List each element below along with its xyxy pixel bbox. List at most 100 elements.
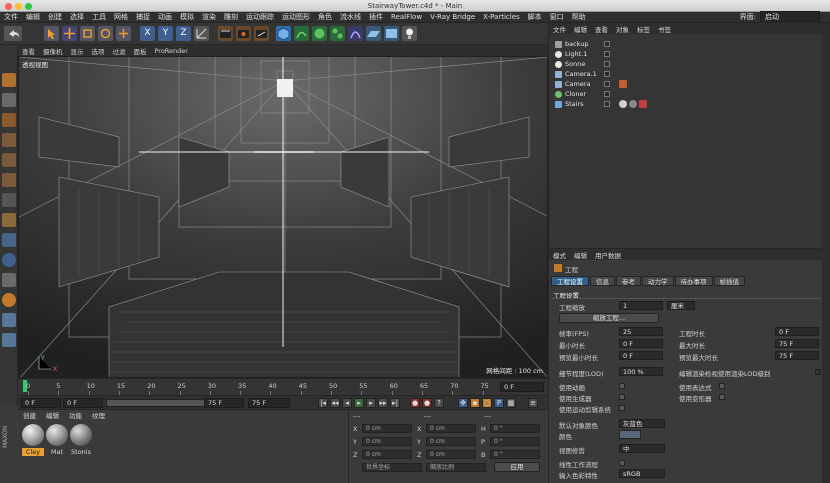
sky-environment-icon[interactable] [384, 26, 399, 41]
x-axis-lock-icon[interactable]: X [140, 26, 155, 41]
key-rotation-icon[interactable]: ○ [482, 398, 492, 408]
sculpt-brush-icon[interactable] [2, 253, 16, 267]
menu-realflow[interactable]: RealFlow [387, 12, 426, 23]
object-row[interactable]: Light.1 [549, 49, 830, 59]
next-frame-icon[interactable]: ▸ [366, 398, 376, 408]
edges-mode-icon[interactable] [2, 153, 16, 167]
menu-motion-tracking[interactable]: 运动跟踪 [242, 12, 278, 23]
axis-mode-icon[interactable] [2, 193, 16, 207]
timeline-end-frame[interactable]: 0 F [500, 382, 544, 392]
size-z-field[interactable]: 0 cm [426, 450, 476, 459]
viewport-menu-options[interactable]: 选项 [88, 46, 109, 56]
tweak-mode-icon[interactable] [2, 213, 16, 227]
use-expressions-checkbox[interactable] [719, 383, 725, 389]
texture-mode-icon[interactable] [2, 93, 16, 107]
project-scale-field[interactable]: 1 [619, 301, 663, 310]
points-mode-icon[interactable] [2, 133, 16, 147]
scale-tool-icon[interactable] [80, 26, 95, 41]
key-pla-icon[interactable]: ▦ [506, 398, 516, 408]
coordinate-system-icon[interactable] [194, 26, 209, 41]
polygons-mode-icon[interactable] [2, 173, 16, 187]
light-icon[interactable] [402, 26, 417, 41]
material-tag-icon[interactable] [619, 100, 627, 108]
material-menu-create[interactable]: 创建 [18, 410, 41, 420]
menu-x-particles[interactable]: X-Particles [479, 12, 523, 23]
max-end-frame-field[interactable]: 75 F [248, 398, 290, 408]
menu-file[interactable]: 文件 [0, 12, 22, 23]
menu-mesh[interactable]: 网格 [110, 12, 132, 23]
key-position-icon[interactable]: ✥ [458, 398, 468, 408]
attr-menu-edit[interactable]: 编辑 [570, 250, 591, 260]
object-menu-file[interactable]: 文件 [549, 24, 570, 34]
start-frame-field[interactable]: 0 F [21, 398, 61, 408]
object-menu-bookmarks[interactable]: 书签 [654, 24, 675, 34]
menu-script[interactable]: 脚本 [524, 12, 546, 23]
tab-interpolation[interactable]: 帧插值 [713, 276, 745, 286]
object-menu-edit[interactable]: 编辑 [570, 24, 591, 34]
visibility-toggle[interactable] [604, 61, 610, 67]
next-key-icon[interactable]: ▸▸ [378, 398, 388, 408]
play-icon[interactable]: ▸ [354, 398, 364, 408]
size-y-field[interactable]: 0 cm [426, 437, 476, 446]
use-generators-checkbox[interactable] [619, 394, 625, 400]
use-motion-system-checkbox[interactable] [619, 405, 625, 411]
use-animation-checkbox[interactable] [619, 383, 625, 389]
viewport-menu-cameras[interactable]: 摄像机 [39, 46, 67, 56]
menu-simulate[interactable]: 模拟 [176, 12, 198, 23]
model-mode-icon[interactable] [2, 73, 16, 87]
recent-tools-icon[interactable] [116, 26, 131, 41]
prev-key-icon[interactable]: ◂◂ [330, 398, 340, 408]
viewport-menu-display[interactable]: 显示 [67, 46, 88, 56]
min-time-field[interactable]: 0 F [619, 339, 663, 348]
duration-field[interactable]: 0 F [775, 327, 819, 336]
goto-end-icon[interactable]: ▸| [390, 398, 400, 408]
max-time-field[interactable]: 75 F [775, 339, 819, 348]
prev-frame-icon[interactable]: ◂ [342, 398, 352, 408]
material-menu-function[interactable]: 功能 [64, 410, 87, 420]
preview-min-field[interactable]: 0 F [619, 351, 663, 360]
object-row[interactable]: backup [549, 39, 830, 49]
min-end-frame-field[interactable]: 75 F [204, 398, 244, 408]
y-axis-lock-icon[interactable]: Y [158, 26, 173, 41]
z-axis-lock-icon[interactable]: Z [176, 26, 191, 41]
visibility-toggle[interactable] [604, 71, 610, 77]
visibility-toggle[interactable] [604, 101, 610, 107]
material-swatch[interactable]: Stonis [70, 424, 92, 464]
menu-tools[interactable]: 工具 [88, 12, 110, 23]
visibility-toggle[interactable] [604, 41, 610, 47]
tab-dynamics[interactable]: 动力学 [642, 276, 674, 286]
object-menu-view[interactable]: 查看 [591, 24, 612, 34]
object-row[interactable]: Stairs [549, 99, 830, 109]
timeline-menu-icon[interactable]: ≡ [528, 398, 538, 408]
attr-menu-userdata[interactable]: 用户数据 [591, 250, 625, 260]
menu-plugins[interactable]: 插件 [365, 12, 387, 23]
current-frame-field[interactable]: 0 F [63, 398, 103, 408]
preview-max-field[interactable]: 75 F [775, 351, 819, 360]
viewport-menu-prorender[interactable]: ProRender [151, 47, 192, 55]
tag-icon[interactable] [639, 100, 647, 108]
tab-reference[interactable]: 参考 [616, 276, 641, 286]
material-menu-edit[interactable]: 编辑 [41, 410, 64, 420]
menu-window[interactable]: 窗口 [546, 12, 568, 23]
viewport-menu-panel[interactable]: 面板 [130, 46, 151, 56]
attr-menu-mode[interactable]: 模式 [549, 250, 570, 260]
autokey-icon[interactable]: ● [422, 398, 432, 408]
goto-start-icon[interactable]: |◂ [318, 398, 328, 408]
visibility-toggle[interactable] [604, 51, 610, 57]
menu-snap[interactable]: 捕捉 [132, 12, 154, 23]
menu-character[interactable]: 角色 [314, 12, 336, 23]
position-y-field[interactable]: 0 cm [362, 437, 412, 446]
scale-project-button[interactable]: 缩放工程... [559, 313, 659, 323]
render-lod-checkbox[interactable] [815, 369, 821, 375]
scale-unit-select[interactable]: 厘米 [667, 301, 695, 310]
menu-mograph[interactable]: 运动图形 [278, 12, 314, 23]
rotation-h-field[interactable]: 0 ° [490, 424, 540, 433]
perspective-viewport[interactable]: Y X 透视视图 网格间距 : 100 cm [18, 56, 548, 378]
color-swatch[interactable] [619, 430, 641, 439]
tab-todo[interactable]: 待办事项 [674, 276, 713, 286]
apply-button[interactable]: 应用 [494, 462, 540, 472]
rotate-tool-icon[interactable] [98, 26, 113, 41]
viewport-menu-view[interactable]: 查看 [18, 46, 39, 56]
key-param-icon[interactable]: P [494, 398, 504, 408]
position-z-field[interactable]: 0 cm [362, 450, 412, 459]
